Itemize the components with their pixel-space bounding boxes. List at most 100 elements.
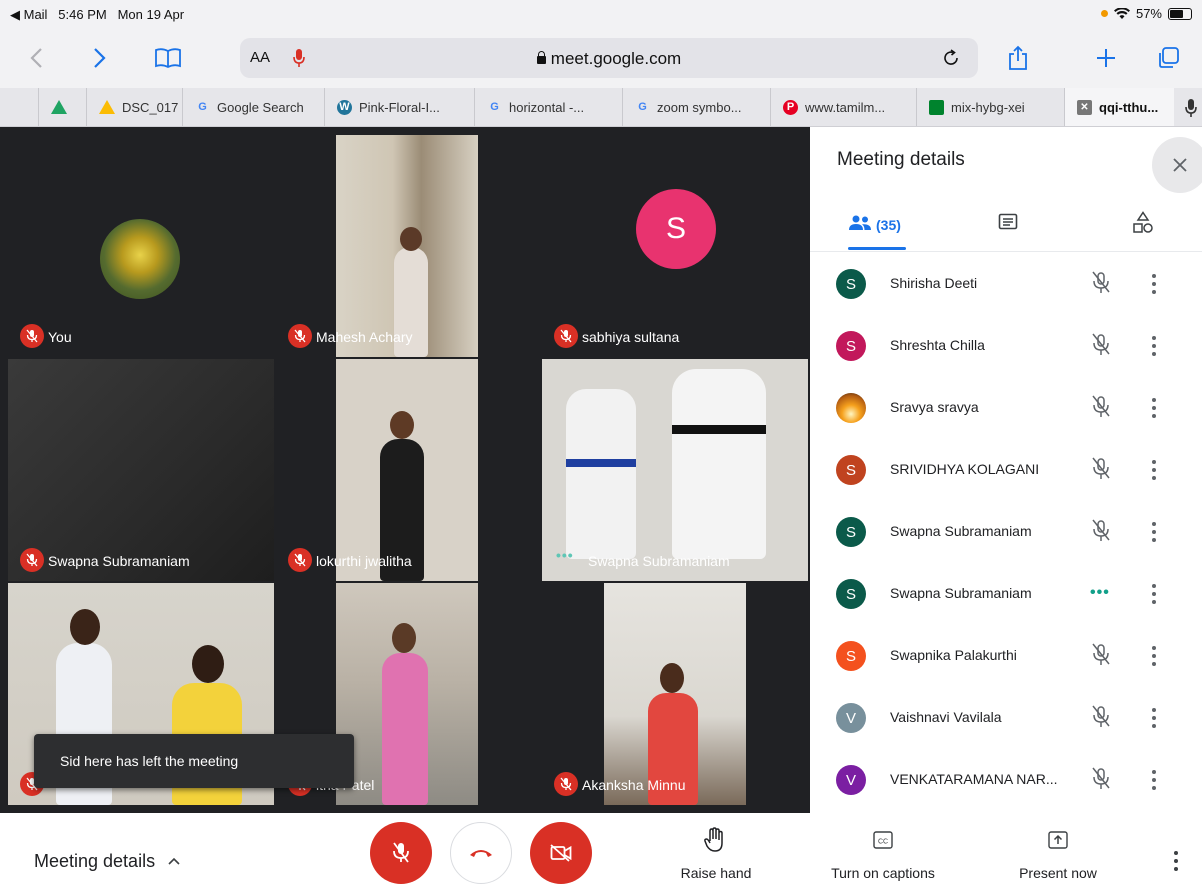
present-now-button[interactable]: Present now <box>1008 821 1108 887</box>
participant-more-button[interactable] <box>1150 273 1158 300</box>
participant-name: Mahesh Achary <box>316 329 413 345</box>
tabs-icon <box>1159 47 1179 68</box>
avatar: S <box>836 269 866 299</box>
microphone-toggle-button[interactable] <box>370 822 432 884</box>
svg-text:CC: CC <box>878 839 888 846</box>
mute-participant-button[interactable] <box>1090 642 1112 673</box>
mute-participant-button[interactable] <box>1090 766 1112 797</box>
avatar <box>836 393 866 423</box>
chevron-left-icon <box>30 48 42 68</box>
avatar: S <box>836 455 866 485</box>
video-tile-sabhiya[interactable]: S sabhiya sultana <box>542 135 808 357</box>
tab-activities[interactable] <box>1132 211 1154 240</box>
tab-2[interactable]: W Pink-Floral-I... <box>324 88 474 126</box>
mute-participant-button[interactable] <box>1090 704 1112 735</box>
video-tile-you[interactable]: You <box>8 135 274 357</box>
toast-notification: Sid here has left the meeting <box>34 734 354 788</box>
mic-off-icon <box>26 329 38 343</box>
more-options-button[interactable] <box>1166 849 1186 875</box>
participant-row[interactable]: S SRIVIDHYA KOLAGANI <box>810 441 1202 503</box>
mute-participant-button[interactable] <box>1090 518 1112 549</box>
hand-icon <box>704 827 723 852</box>
video-tile-lokurthi[interactable]: lokurthi jwalitha <box>276 359 540 581</box>
drive-icon <box>99 100 115 114</box>
meeting-details-button[interactable]: Meeting details <box>34 851 180 872</box>
tab-people[interactable]: (35) <box>848 213 906 250</box>
video-tile-swapna-1[interactable]: Swapna Subramaniam <box>8 359 274 581</box>
tab-3[interactable]: G horizontal -... <box>474 88 622 126</box>
participant-row[interactable]: S Swapna Subramaniam <box>810 503 1202 565</box>
video-tile-mahesh[interactable]: Mahesh Achary <box>276 135 540 357</box>
person-head <box>392 623 416 653</box>
participant-row[interactable]: S Swapna Subramaniam ••• <box>810 565 1202 627</box>
orange-dot-icon <box>1100 10 1108 17</box>
mute-participant-button[interactable] <box>1090 394 1112 425</box>
close-icon <box>1173 158 1187 172</box>
tab-label: www.tamilm... <box>805 99 886 115</box>
address-bar[interactable]: AA meet.google.com <box>240 38 978 78</box>
video-tile-swapna-2[interactable]: ••• Swapna Subramaniam <box>542 359 808 581</box>
participant-more-button[interactable] <box>1150 335 1158 362</box>
participant-more-button[interactable] <box>1150 769 1158 796</box>
microphone-icon[interactable] <box>1184 98 1198 118</box>
wifi-icon <box>1113 7 1130 19</box>
participant-more-button[interactable] <box>1150 459 1158 486</box>
close-tab-icon[interactable]: ✕ <box>1077 99 1092 115</box>
back-button[interactable] <box>20 42 52 74</box>
participant-more-button[interactable] <box>1150 707 1158 734</box>
more-vert-icon <box>1174 851 1178 871</box>
tab-6[interactable]: mix-hybg-xei <box>916 88 1064 126</box>
person-head <box>660 663 684 693</box>
participant-more-button[interactable] <box>1150 645 1158 672</box>
mute-participant-button[interactable] <box>1090 270 1112 301</box>
more-vert-icon <box>1152 522 1156 542</box>
participant-more-button[interactable] <box>1150 397 1158 424</box>
tab-label: Google Search <box>217 99 304 115</box>
participant-row[interactable]: V Vaishnavi Vavilala <box>810 689 1202 751</box>
participant-row[interactable]: S Shirisha Deeti <box>810 255 1202 317</box>
captions-button[interactable]: CC Turn on captions <box>818 821 948 887</box>
tab-7-active[interactable]: ✕ qqi-tthu... <box>1064 88 1174 126</box>
participant-row[interactable]: Sravya sravya <box>810 379 1202 441</box>
mute-participant-button[interactable] <box>1090 332 1112 363</box>
more-vert-icon <box>1152 398 1156 418</box>
video-tile-akanksha[interactable]: Akanksha Minnu <box>542 583 808 805</box>
mic-off-icon <box>294 329 306 343</box>
camera-off-icon <box>550 844 572 862</box>
tabs-overview-button[interactable] <box>1152 42 1184 74</box>
person-head <box>70 609 100 645</box>
url-display[interactable]: meet.google.com <box>240 49 978 69</box>
more-vert-icon <box>1152 708 1156 728</box>
tab-5[interactable]: P www.tamilm... <box>770 88 916 126</box>
back-to-app-link[interactable]: ◀ Mail <box>10 7 47 22</box>
avatar: V <box>836 765 866 795</box>
participant-row[interactable]: V VENKATARAMANA NAR... <box>810 751 1202 813</box>
meeting-details-panel: Meeting details (35) S Shirisha Deeti S Shr… <box>810 127 1202 813</box>
speaking-indicator: ••• <box>556 547 574 563</box>
mute-participant-button[interactable] <box>1090 456 1112 487</box>
leave-call-button[interactable] <box>450 822 512 884</box>
new-tab-button[interactable] <box>1090 42 1122 74</box>
panel-title: Meeting details <box>837 149 965 170</box>
tab-4[interactable]: G zoom symbo... <box>622 88 770 126</box>
participant-row[interactable]: S Swapnika Palakurthi <box>810 627 1202 689</box>
participant-name: Vaishnavi Vavilala <box>890 709 1002 725</box>
close-panel-button[interactable] <box>1152 137 1202 193</box>
participant-row[interactable]: S Shreshta Chilla <box>810 317 1202 379</box>
mic-off-icon <box>1092 705 1110 727</box>
forward-button[interactable] <box>84 42 116 74</box>
tab-1[interactable]: G Google Search <box>182 88 324 126</box>
bookmarks-button[interactable] <box>152 42 184 74</box>
camera-toggle-button[interactable] <box>530 822 592 884</box>
participant-more-button[interactable] <box>1150 521 1158 548</box>
tab-0[interactable]: DSC_017 <box>86 88 182 126</box>
mic-off-icon <box>1092 333 1110 355</box>
participant-more-button[interactable] <box>1150 583 1158 610</box>
participant-name: VENKATARAMANA NAR... <box>890 771 1058 787</box>
raise-hand-button[interactable]: Raise hand <box>666 821 766 887</box>
more-vert-icon <box>1152 646 1156 666</box>
share-button[interactable] <box>1002 42 1034 74</box>
tab-chat[interactable] <box>998 213 1018 238</box>
tab-drive-pinned[interactable] <box>38 88 86 126</box>
reload-icon[interactable] <box>942 49 960 67</box>
